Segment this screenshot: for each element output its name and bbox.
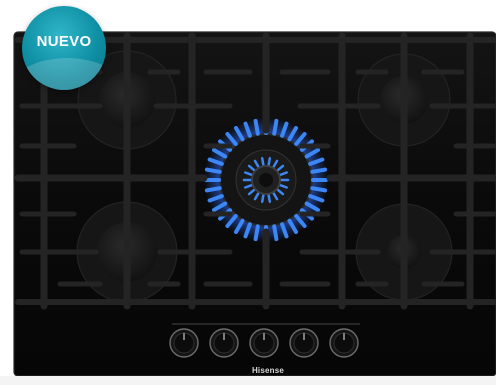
brand-logo-text: Hisense [251,366,285,375]
flame-tongue [260,157,265,167]
product-photo: NUEVO Hisense [0,0,496,385]
flame-tongue [204,167,222,174]
new-badge-label: NUEVO [36,33,92,50]
flame-tongue [272,118,279,136]
flame-tongue [253,118,260,136]
new-badge: NUEVO [22,6,106,90]
knob-4[interactable] [289,328,319,358]
knob-3[interactable] [249,328,279,358]
flame-tongue [260,193,265,203]
knob-1[interactable] [169,328,199,358]
badge-swoosh-shape [22,58,106,90]
flame-tongue [204,186,222,193]
knob-5[interactable] [329,328,359,358]
flame-tongue [267,193,272,203]
bottom-background-strip [0,376,496,385]
flame-tongue [310,167,328,174]
burner-center-wok [204,118,328,242]
flame-tongue [310,186,328,193]
flame-tongue [267,157,272,167]
knob-2[interactable] [209,328,239,358]
flame-tongue [253,224,260,242]
flame-tongue [272,224,279,242]
